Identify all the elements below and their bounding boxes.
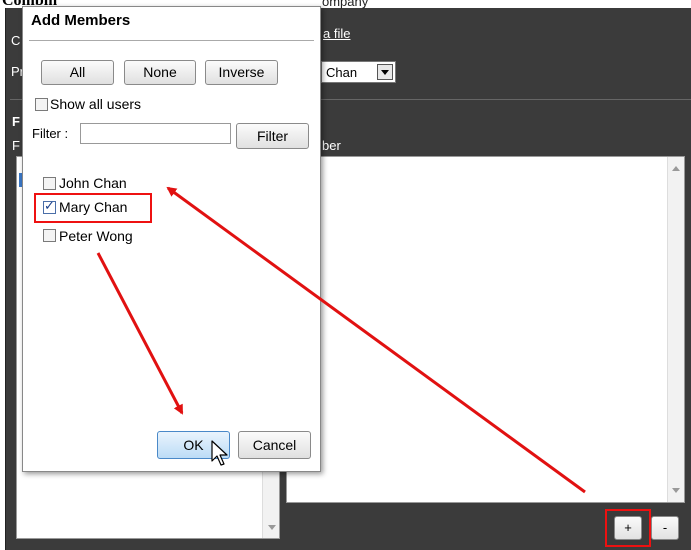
members-column-label: ber	[322, 138, 341, 153]
members-list[interactable]	[286, 156, 685, 503]
dialog-title-divider	[29, 40, 314, 41]
add-button-highlight	[605, 509, 651, 547]
remove-member-button[interactable]: -	[651, 516, 679, 540]
scroll-down-icon[interactable]	[268, 525, 276, 530]
column-label-left: F	[12, 138, 20, 153]
cancel-button[interactable]: Cancel	[238, 431, 311, 459]
user-checkbox-peter-wong[interactable]	[43, 229, 56, 242]
filter-input[interactable]	[80, 123, 231, 144]
user-checkbox-john-chan[interactable]	[43, 177, 56, 190]
select-none-button[interactable]: None	[124, 60, 196, 85]
file-link[interactable]: a file	[323, 26, 350, 41]
mouse-cursor-icon	[211, 440, 228, 466]
dialog-title: Add Members	[31, 12, 131, 29]
show-all-users-checkbox[interactable]	[35, 98, 48, 111]
select-all-button[interactable]: All	[41, 60, 114, 85]
owner-select-value: Chan	[326, 65, 358, 80]
filter-button[interactable]: Filter	[236, 123, 309, 149]
members-list-scrollbar[interactable]	[667, 157, 684, 502]
show-all-users-label[interactable]: Show all users	[50, 96, 141, 112]
chevron-down-icon[interactable]	[377, 64, 393, 80]
scroll-up-icon[interactable]	[672, 166, 680, 171]
filter-label: Filter :	[32, 126, 69, 141]
field-label-c: C	[11, 33, 21, 48]
company-text: ompany	[322, 0, 369, 9]
add-members-dialog: Add Members All None Inverse Show all us…	[22, 6, 321, 472]
select-inverse-button[interactable]: Inverse	[205, 60, 278, 85]
user-label-john-chan[interactable]: John Chan	[59, 175, 127, 191]
section-title: F	[12, 114, 20, 129]
mary-chan-highlight	[34, 193, 152, 223]
owner-select[interactable]: Chan	[321, 61, 396, 83]
user-label-peter-wong[interactable]: Peter Wong	[59, 228, 133, 244]
scroll-down-icon[interactable]	[672, 488, 680, 493]
